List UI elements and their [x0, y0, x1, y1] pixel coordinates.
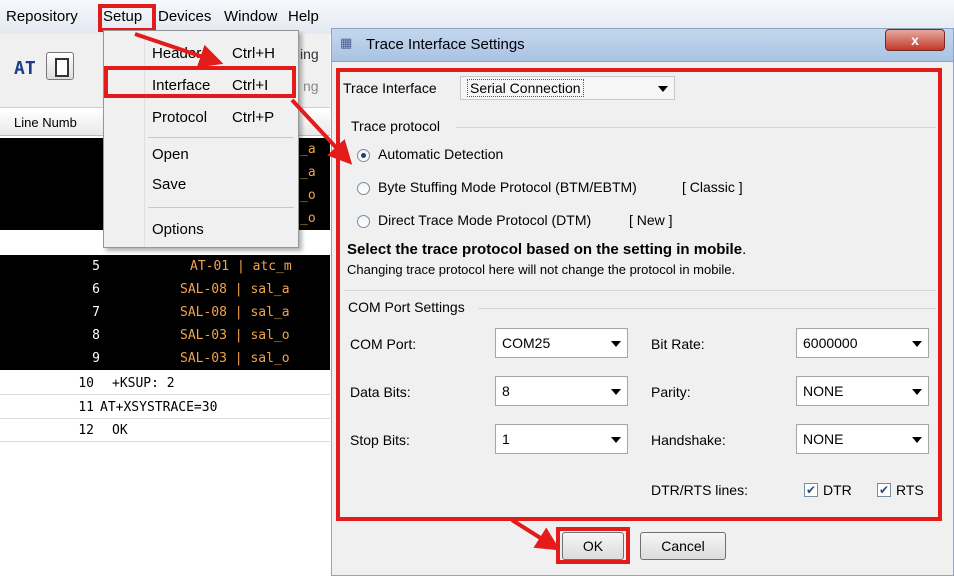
stop-bits-select[interactable]: 1	[495, 424, 628, 454]
com-port-label: COM Port:	[350, 336, 417, 352]
radio-label-byte-stuffing: Byte Stuffing Mode Protocol (BTM/EBTM)	[378, 179, 637, 195]
com-port-group-label: COM Port Settings	[348, 299, 465, 315]
data-bits-select[interactable]: 8	[495, 376, 628, 406]
table-row[interactable]: 11 AT+XSYSTRACE=30	[0, 396, 330, 419]
parity-label: Parity:	[651, 384, 691, 400]
handshake-label: Handshake:	[651, 432, 726, 448]
dtr-label: DTR	[823, 482, 852, 498]
menu-item-header[interactable]: Header	[152, 43, 201, 65]
dtr-checkbox[interactable]: ✔	[804, 483, 818, 497]
menu-separator	[148, 207, 294, 208]
rts-label: RTS	[896, 482, 924, 498]
chevron-down-icon	[611, 389, 621, 395]
radio-byte-stuffing[interactable]	[357, 182, 370, 195]
app-icon: ▦	[340, 36, 353, 51]
menu-help[interactable]: Help	[286, 6, 321, 28]
dialog-title: Trace Interface Settings	[366, 36, 525, 53]
menu-devices[interactable]: Devices	[156, 6, 213, 28]
group-divider	[344, 290, 936, 291]
table-row[interactable]: 5 AT-01 | atc_m	[0, 255, 330, 278]
setup-dropdown-menu: Header Ctrl+H Interface Ctrl+I Protocol …	[103, 30, 299, 248]
at-label: AT	[14, 58, 36, 79]
protocol-note-bold: Select the trace protocol based on the s…	[347, 241, 747, 258]
bit-rate-label: Bit Rate:	[651, 336, 705, 352]
trace-interface-label: Trace Interface	[343, 80, 437, 96]
table-row[interactable]: 6 SAL-08 | sal_a	[0, 278, 330, 301]
menu-item-options[interactable]: Options	[152, 219, 204, 241]
menu-item-open[interactable]: Open	[152, 144, 189, 166]
table-row[interactable]: 12 OK	[0, 419, 330, 442]
trace-interface-select[interactable]: Serial Connection	[460, 76, 675, 100]
com-port-select[interactable]: COM25	[495, 328, 628, 358]
handshake-select[interactable]: NONE	[796, 424, 929, 454]
rts-checkbox[interactable]: ✔	[877, 483, 891, 497]
chevron-down-icon	[658, 86, 668, 92]
chevron-down-icon	[912, 389, 922, 395]
group-divider	[478, 308, 936, 309]
shortcut-protocol: Ctrl+P	[232, 109, 275, 126]
interface-highlight	[104, 66, 296, 98]
radio-label-direct-trace: Direct Trace Mode Protocol (DTM)	[378, 212, 592, 228]
menu-repository[interactable]: Repository	[4, 6, 80, 28]
chevron-down-icon	[912, 341, 922, 347]
bit-rate-select[interactable]: 6000000	[796, 328, 929, 358]
menu-window[interactable]: Window	[222, 6, 279, 28]
document-icon[interactable]	[46, 52, 74, 80]
menu-item-protocol[interactable]: Protocol	[152, 107, 207, 129]
parity-select[interactable]: NONE	[796, 376, 929, 406]
chevron-down-icon	[611, 341, 621, 347]
table-row[interactable]: 9 SAL-03 | sal_o	[0, 347, 330, 370]
group-divider	[456, 127, 936, 128]
setup-highlight	[98, 4, 156, 32]
menu-separator	[148, 137, 294, 138]
cancel-button[interactable]: Cancel	[640, 532, 726, 560]
radio-label-automatic: Automatic Detection	[378, 146, 504, 162]
chevron-down-icon	[611, 437, 621, 443]
radio-direct-trace[interactable]	[357, 215, 370, 228]
close-button[interactable]: x	[885, 29, 945, 51]
menu-item-save[interactable]: Save	[152, 174, 186, 196]
table-row[interactable]: 7 SAL-08 | sal_a	[0, 301, 330, 324]
radio-automatic-detection[interactable]	[357, 149, 370, 162]
ok-highlight	[556, 527, 630, 564]
table-row[interactable]: 10 +KSUP: 2	[0, 372, 330, 395]
table-row[interactable]: 8 SAL-03 | sal_o	[0, 324, 330, 347]
menu-gutter	[144, 31, 145, 247]
protocol-note: Changing trace protocol here will not ch…	[347, 262, 736, 277]
shortcut-header: Ctrl+H	[232, 45, 275, 62]
tag-new: [ New ]	[629, 212, 673, 228]
tag-classic: [ Classic ]	[682, 179, 743, 195]
chevron-down-icon	[912, 437, 922, 443]
data-bits-label: Data Bits:	[350, 384, 411, 400]
stop-bits-label: Stop Bits:	[350, 432, 410, 448]
dtr-rts-label: DTR/RTS lines:	[651, 482, 748, 498]
toolbar-text-peek: ng	[303, 78, 319, 94]
toolbar-text-peek: ing	[300, 46, 319, 62]
trace-protocol-group-label: Trace protocol	[351, 118, 440, 134]
